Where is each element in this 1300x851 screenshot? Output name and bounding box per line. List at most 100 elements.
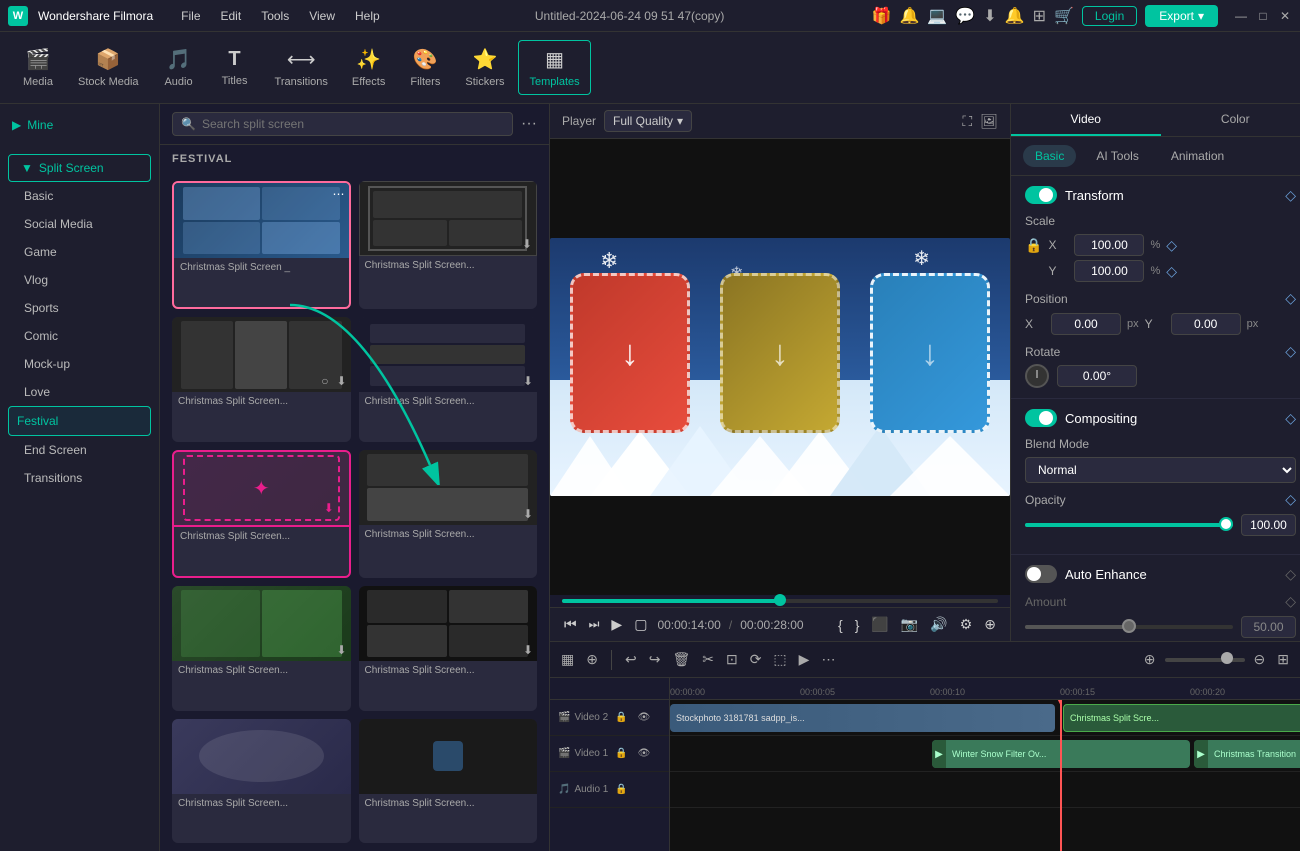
progress-handle[interactable] — [774, 594, 786, 606]
toolbar-titles[interactable]: T Titles — [209, 42, 261, 93]
more-options-button[interactable]: ··· — [521, 115, 537, 133]
minimize-button[interactable]: — — [1234, 9, 1248, 23]
opacity-handle[interactable] — [1219, 517, 1233, 531]
tl-more-button[interactable]: ⋯ — [818, 648, 838, 671]
tl-rotate-button[interactable]: ⟳ — [747, 648, 765, 671]
subtab-animation[interactable]: Animation — [1159, 145, 1236, 167]
rewind-button[interactable]: ⏮ — [562, 614, 579, 635]
sidebar-item-end-screen[interactable]: End Screen — [0, 436, 159, 464]
snapshot-icon[interactable]: 🖼 — [980, 113, 998, 130]
extract-button[interactable]: ⬛ — [869, 614, 890, 635]
item-circle-icon[interactable]: ○ — [321, 374, 328, 388]
maximize-button[interactable]: □ — [1256, 9, 1270, 23]
pos-y-input[interactable]: 0.00 — [1171, 313, 1241, 335]
track-v2-lock[interactable]: 🔒 — [612, 709, 630, 726]
sidebar-item-vlog[interactable]: Vlog — [0, 266, 159, 294]
mine-header[interactable]: ▶ Mine — [0, 112, 159, 138]
track-v2-eye[interactable]: 👁 — [635, 709, 654, 726]
table-row[interactable]: Christmas Split Scre... — [1063, 704, 1300, 732]
mark-in-button[interactable]: { — [836, 615, 845, 635]
search-input[interactable] — [202, 117, 504, 131]
login-button[interactable]: Login — [1082, 6, 1137, 26]
item-download-icon[interactable]: ⬇ — [523, 507, 533, 521]
sidebar-item-sports[interactable]: Sports — [0, 294, 159, 322]
list-item[interactable]: ⬇ Christmas Split Screen... — [359, 450, 538, 578]
position-keyframe[interactable]: ◇ — [1285, 290, 1296, 307]
opacity-keyframe[interactable]: ◇ — [1285, 491, 1296, 508]
scale-x-keyframe[interactable]: ◇ — [1166, 237, 1177, 254]
list-item[interactable]: ⬇ Christmas Split Screen... — [359, 181, 538, 309]
auto-enhance-toggle[interactable] — [1025, 565, 1057, 583]
toolbar-stock[interactable]: 📦 Stock Media — [68, 41, 149, 94]
cart-icon[interactable]: 🛒 — [1054, 6, 1074, 26]
zoom-out-button[interactable]: ⊖ — [1251, 648, 1269, 671]
sidebar-item-festival[interactable]: Festival — [8, 406, 151, 436]
tl-delete-button[interactable]: 🗑 — [669, 648, 693, 671]
rotate-keyframe[interactable]: ◇ — [1285, 343, 1296, 360]
toolbar-stickers[interactable]: ⭐ Stickers — [455, 41, 514, 94]
item-download-icon[interactable]: ⬇ — [523, 374, 533, 388]
opacity-slider[interactable] — [1025, 523, 1233, 527]
tl-redo-button[interactable]: ↪ — [646, 648, 664, 671]
list-item[interactable]: ⬇ Christmas Split Screen... — [172, 586, 351, 710]
opacity-value[interactable]: 100.00 — [1241, 514, 1296, 536]
compositing-toggle[interactable] — [1025, 409, 1057, 427]
sidebar-item-transitions2[interactable]: Transitions — [0, 464, 159, 492]
list-item[interactable]: ⬇ Christmas Split Screen... — [359, 317, 538, 441]
tl-play-button[interactable]: ▶ — [796, 648, 813, 671]
tl-grid-button[interactable]: ▦ — [558, 648, 577, 671]
menu-help[interactable]: Help — [347, 5, 388, 27]
gift-icon[interactable]: 🎁 — [872, 6, 892, 26]
device-icon[interactable]: 💻 — [927, 6, 947, 26]
table-row[interactable]: Stockphoto 3181781 sadpp_is... — [670, 704, 1055, 732]
export-button[interactable]: Export ▾ — [1145, 5, 1218, 27]
track-v1-eye[interactable]: 👁 — [635, 745, 654, 762]
download-icon[interactable]: ⬇ — [983, 6, 996, 26]
transform-keyframe-icon[interactable]: ◇ — [1285, 187, 1296, 204]
item-download-icon[interactable]: ⬇ — [336, 643, 346, 657]
compositing-keyframe-icon[interactable]: ◇ — [1285, 410, 1296, 427]
tl-crop-button[interactable]: ⬚ — [770, 648, 789, 671]
pos-x-input[interactable]: 0.00 — [1051, 313, 1121, 335]
scale-x-input[interactable]: 100.00 — [1074, 234, 1144, 256]
amount-value[interactable]: 50.00 — [1241, 616, 1296, 638]
message-icon[interactable]: 💬 — [955, 6, 975, 26]
zoom-fit-button[interactable]: ⊞ — [1274, 648, 1292, 671]
sidebar-item-love[interactable]: Love — [0, 378, 159, 406]
zoom-slider[interactable] — [1165, 658, 1245, 662]
tab-video[interactable]: Video — [1011, 104, 1161, 136]
item-download-icon[interactable]: ⬇ — [522, 237, 532, 251]
toolbar-audio[interactable]: 🎵 Audio — [153, 41, 205, 94]
rotate-dial[interactable] — [1025, 364, 1049, 388]
step-back-button[interactable]: ⏭ — [587, 615, 602, 634]
blend-mode-select[interactable]: Normal — [1025, 457, 1296, 483]
bell-icon[interactable]: 🔔 — [899, 6, 919, 26]
tab-color[interactable]: Color — [1161, 104, 1300, 136]
notification-icon[interactable]: 🔔 — [1005, 6, 1025, 26]
play-button[interactable]: ▶ — [609, 614, 624, 635]
toolbar-transitions[interactable]: ⟷ Transitions — [265, 41, 338, 94]
menu-view[interactable]: View — [301, 5, 343, 27]
list-item[interactable]: ⬇ Christmas Split Screen... — [359, 586, 538, 710]
tl-add-button[interactable]: ⊕ — [583, 648, 601, 671]
menu-edit[interactable]: Edit — [213, 5, 250, 27]
audio-btn[interactable]: 🔊 — [928, 614, 949, 635]
sidebar-item-comic[interactable]: Comic — [0, 322, 159, 350]
list-item[interactable]: ✦ ⬇ Christmas Split Screen... — [172, 450, 351, 578]
list-item[interactable]: Christmas Split Screen... — [359, 719, 538, 843]
lock-icon[interactable]: 🔒 — [1025, 237, 1042, 254]
menu-tools[interactable]: Tools — [253, 5, 297, 27]
subtab-basic[interactable]: Basic — [1023, 145, 1076, 167]
menu-file[interactable]: File — [173, 5, 208, 27]
split-screen-header[interactable]: ▼ Split Screen — [8, 154, 151, 182]
list-item[interactable]: ○ ⬇ Christmas Split Screen... — [172, 317, 351, 441]
close-button[interactable]: ✕ — [1278, 9, 1292, 23]
sidebar-item-basic[interactable]: Basic — [0, 182, 159, 210]
scale-y-input[interactable]: 100.00 — [1074, 260, 1144, 282]
item-download-icon[interactable]: ⬇ — [523, 643, 533, 657]
tl-select-button[interactable]: ⊡ — [723, 648, 741, 671]
scale-y-keyframe[interactable]: ◇ — [1166, 263, 1177, 280]
list-item[interactable]: ⋯ Christmas Split Screen _ — [172, 181, 351, 309]
track-a1-lock[interactable]: 🔒 — [612, 781, 630, 798]
sidebar-item-social-media[interactable]: Social Media — [0, 210, 159, 238]
